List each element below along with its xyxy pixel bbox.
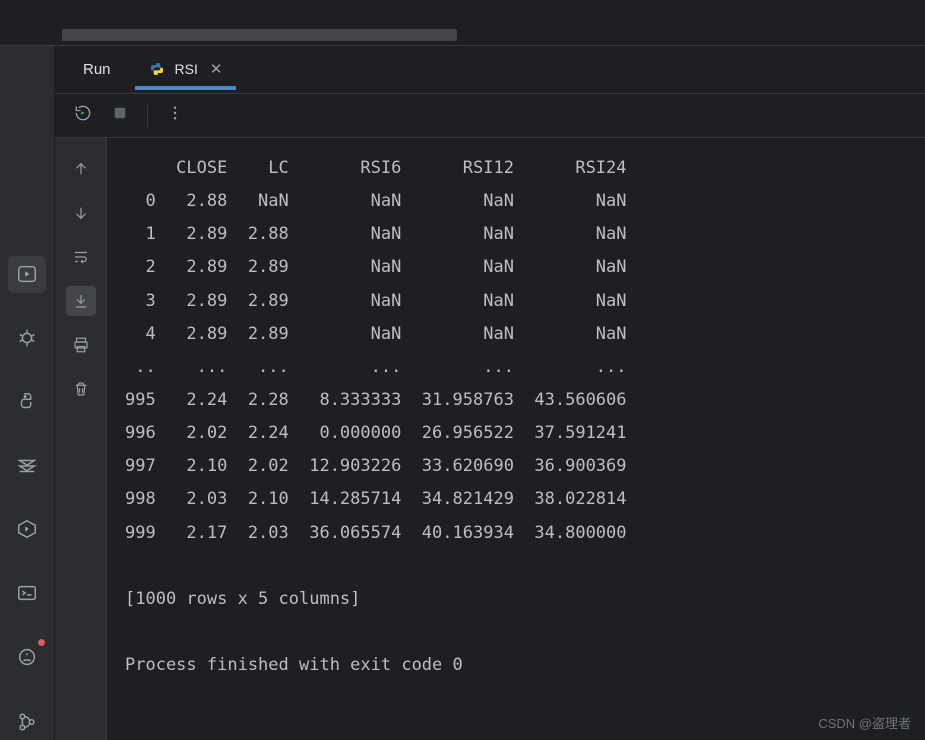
horizontal-scrollbar[interactable] [62, 29, 457, 41]
services-icon[interactable] [8, 447, 46, 484]
more-icon[interactable] [166, 104, 184, 127]
editor-top-area [0, 0, 925, 46]
run-toolbar [55, 94, 925, 138]
run-tab-bar: Run RSI ✕ [55, 46, 925, 94]
soft-wrap-icon[interactable] [66, 242, 96, 272]
terminal-icon[interactable] [8, 575, 46, 612]
toolbar-divider [147, 105, 148, 127]
print-icon[interactable] [66, 330, 96, 360]
stop-button[interactable] [111, 104, 129, 127]
down-arrow-icon[interactable] [66, 198, 96, 228]
scroll-to-end-icon[interactable] [66, 286, 96, 316]
python-console-icon[interactable] [8, 383, 46, 420]
tab-file-label: RSI [175, 61, 198, 77]
run-body: CLOSE LC RSI6 RSI12 RSI24 0 2.88 NaN NaN… [55, 138, 925, 740]
run-tool-icon[interactable] [8, 256, 46, 293]
vcs-icon[interactable] [8, 703, 46, 740]
run-panel-label: Run [75, 51, 119, 88]
debug-tool-icon[interactable] [8, 320, 46, 357]
tab-run-config[interactable]: RSI ✕ [135, 50, 237, 90]
content-area: Run RSI ✕ [55, 46, 925, 740]
left-tool-rail [0, 46, 55, 740]
watermark: CSDN @盗理者 [818, 713, 911, 732]
console-output[interactable]: CLOSE LC RSI6 RSI12 RSI24 0 2.88 NaN NaN… [107, 138, 925, 740]
up-arrow-icon[interactable] [66, 154, 96, 184]
close-icon[interactable]: ✕ [210, 60, 223, 78]
run-gutter [55, 138, 107, 740]
main-layout: Run RSI ✕ [0, 46, 925, 740]
run-anything-icon[interactable] [8, 511, 46, 548]
trash-icon[interactable] [66, 374, 96, 404]
python-file-icon [149, 61, 165, 77]
rerun-button[interactable] [73, 103, 93, 128]
